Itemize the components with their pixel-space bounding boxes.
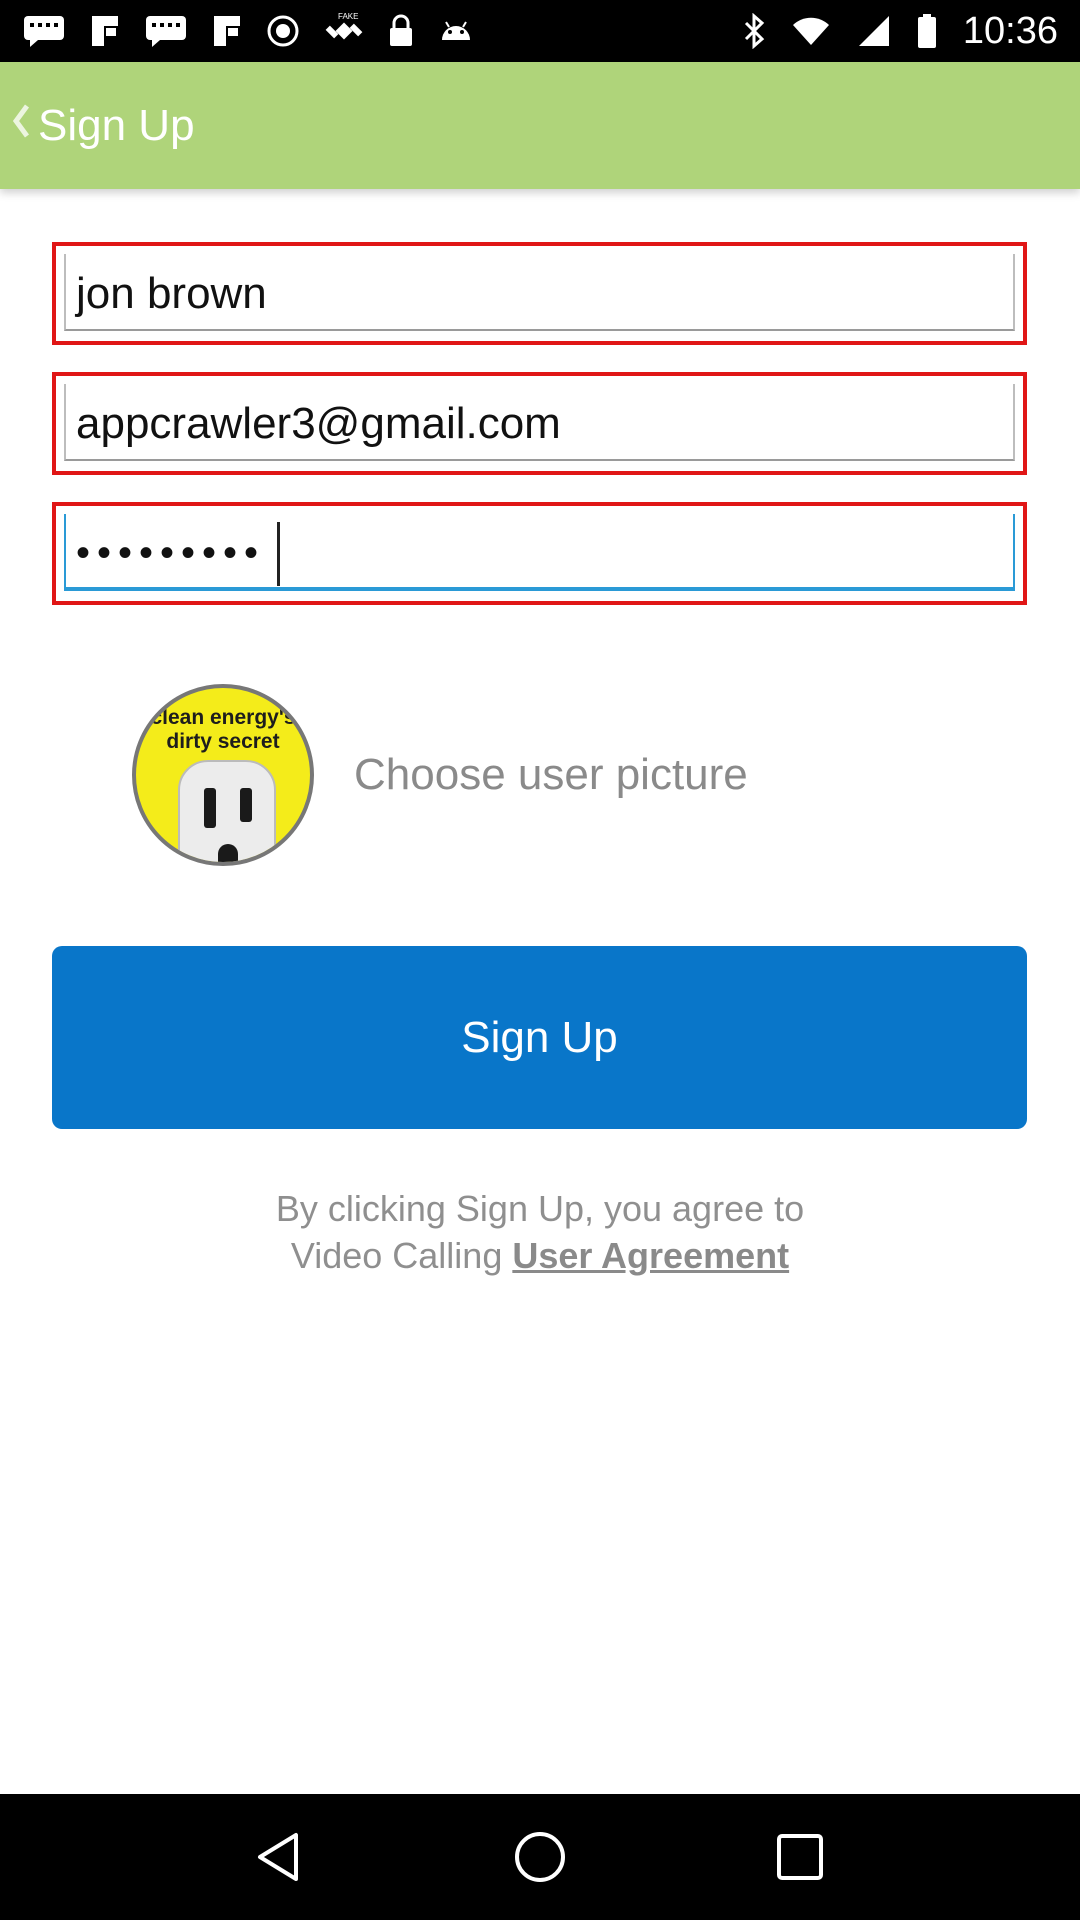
system-nav-bar: [0, 1794, 1080, 1920]
svg-text:FAKE: FAKE: [338, 12, 358, 21]
home-icon: [515, 1832, 565, 1882]
outlet-ground: [218, 844, 238, 862]
user-avatar-image[interactable]: clean energy's dirty secret: [132, 684, 314, 866]
lock-icon: [388, 11, 414, 51]
clock-time: 10:36: [962, 9, 1058, 52]
nav-home-button[interactable]: [500, 1817, 580, 1897]
password-field-value: •••••••••: [76, 506, 281, 601]
signal-icon: [857, 11, 891, 51]
password-field[interactable]: •••••••••: [52, 502, 1027, 605]
flipboard-icon: [212, 11, 242, 51]
avatar-row: clean energy's dirty secret Choose user p…: [132, 683, 1032, 867]
status-bar: FAKE 10:36: [0, 0, 1080, 62]
email-field-value: appcrawler3@gmail.com: [76, 398, 561, 448]
flipboard-icon: [90, 11, 120, 51]
avatar-image-caption: clean energy's dirty secret: [136, 704, 310, 763]
agreement-text: By clicking Sign Up, you agree to Video …: [0, 1185, 1080, 1279]
satellite-icon: FAKE: [324, 11, 364, 51]
chevron-left-icon: [12, 103, 30, 149]
email-field[interactable]: appcrawler3@gmail.com: [52, 372, 1027, 475]
status-left-icons: FAKE: [0, 11, 474, 51]
nav-back-button[interactable]: [240, 1817, 320, 1897]
action-bar: Sign Up: [0, 62, 1080, 189]
bluetooth-icon: [743, 11, 765, 51]
back-button[interactable]: Sign Up: [0, 62, 207, 189]
svg-text:dirty secret: dirty secret: [166, 730, 279, 753]
sign-up-button[interactable]: Sign Up: [52, 946, 1027, 1129]
android-icon: [438, 11, 474, 51]
agreement-line-2-prefix: Video Calling: [290, 1235, 513, 1276]
outlet-illustration: [178, 760, 276, 862]
wifi-icon: [791, 11, 831, 51]
battery-icon: [917, 11, 937, 51]
back-icon: [258, 1833, 298, 1881]
outlet-slot-right: [240, 788, 252, 822]
svg-text:clean energy's: clean energy's: [150, 706, 295, 729]
name-field-value: jon brown: [76, 268, 267, 318]
recents-icon: [777, 1834, 823, 1880]
user-agreement-link[interactable]: User Agreement: [512, 1235, 789, 1276]
agreement-line-1: By clicking Sign Up, you agree to: [275, 1188, 805, 1229]
outlet-slot-left: [204, 788, 216, 828]
status-right-icons: 10:36: [743, 10, 1080, 53]
nav-recents-button[interactable]: [760, 1817, 840, 1897]
message-icon: [144, 11, 188, 51]
password-mask: •••••••••: [76, 531, 266, 575]
choose-user-picture-label[interactable]: Choose user picture: [354, 750, 748, 800]
text-caret: [277, 521, 281, 586]
record-icon: [266, 11, 300, 51]
name-field[interactable]: jon brown: [52, 242, 1027, 345]
message-icon: [22, 11, 66, 51]
page-title: Sign Up: [38, 100, 195, 150]
agreement-line-2: Video Calling User Agreement: [0, 1232, 1080, 1279]
